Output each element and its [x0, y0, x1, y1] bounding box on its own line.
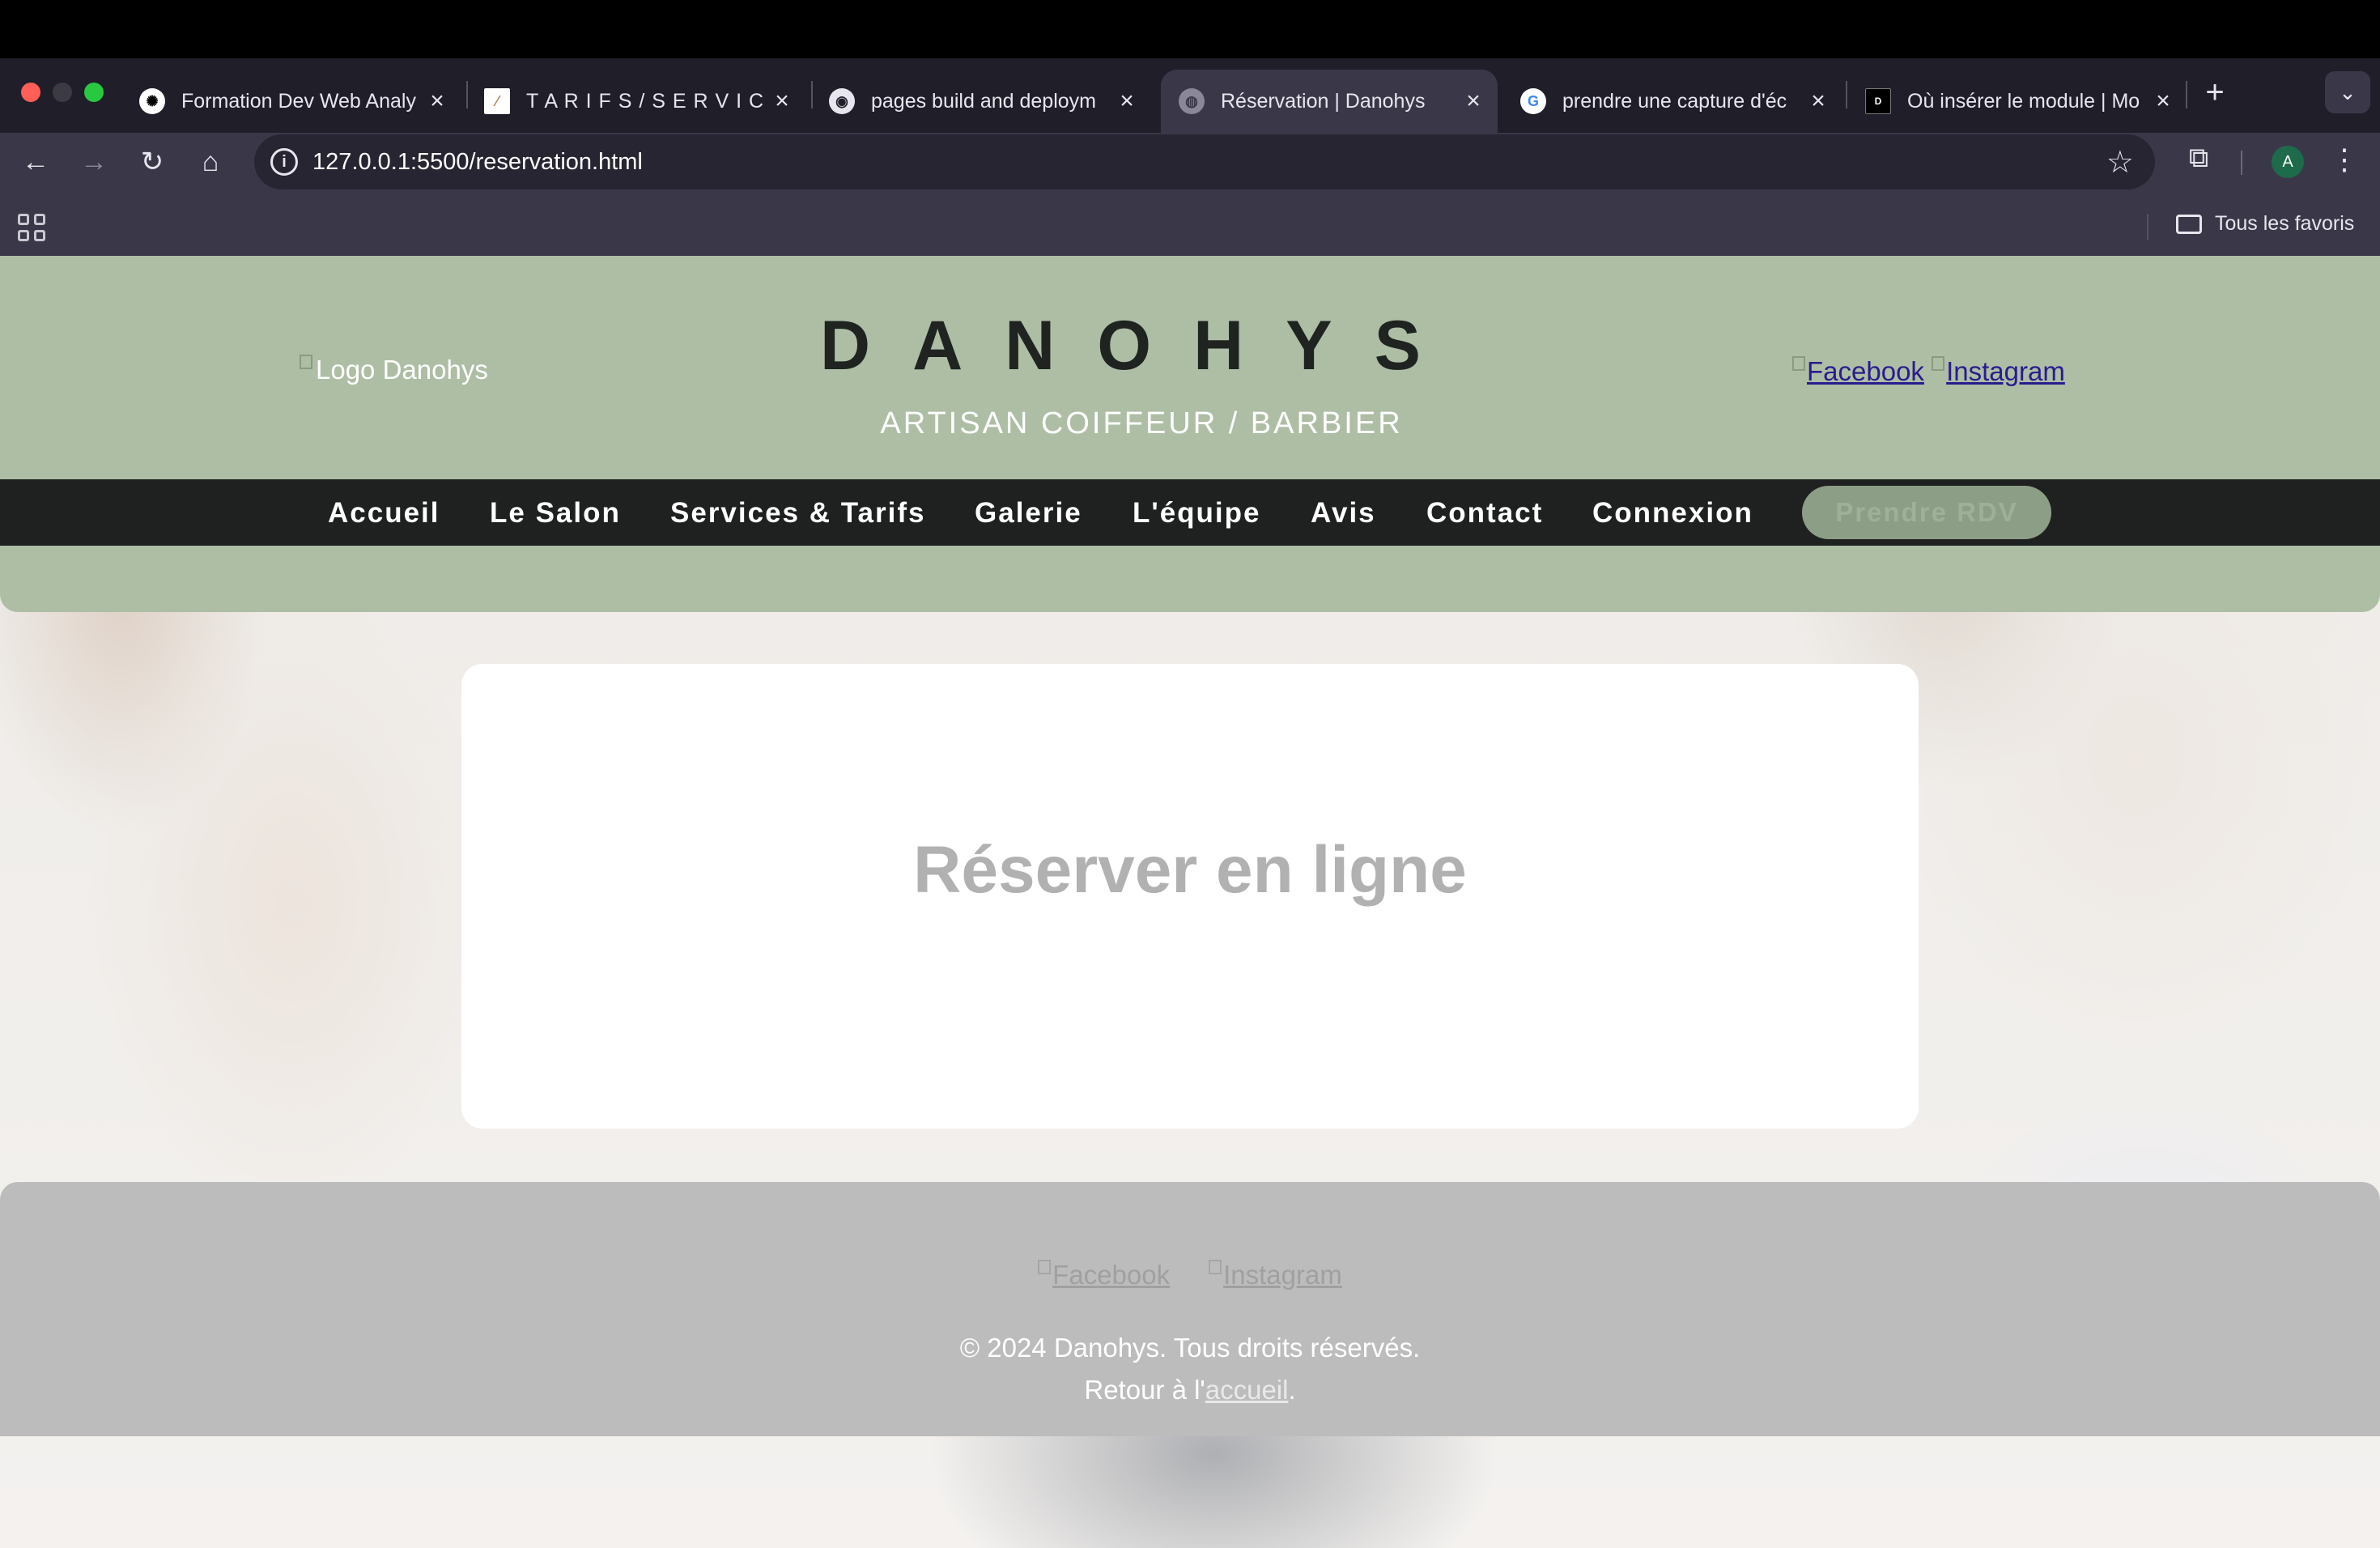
browser-tab[interactable]: ⁄ T A R I F S / S E R V I C E × [466, 70, 806, 133]
bookmark-separator [2147, 214, 2148, 240]
url-text[interactable]: 127.0.0.1:5500/reservation.html [312, 149, 643, 176]
forward-button[interactable]: → [73, 144, 115, 180]
nav-item-connexion[interactable]: Connexion [1592, 497, 1753, 529]
arrow-right-icon: → [80, 146, 108, 177]
nav-item-contact[interactable]: Contact [1426, 497, 1543, 529]
openai-icon: ✺ [139, 88, 165, 114]
broken-image-icon [1038, 1260, 1052, 1274]
footer-facebook-link[interactable]: Facebook [1038, 1260, 1170, 1290]
nav-item-le-salon[interactable]: Le Salon [490, 497, 621, 529]
booking-card: Réserver en ligne [461, 664, 1919, 1129]
minimize-window-button[interactable] [53, 83, 72, 102]
brand-subtitle: ARTISAN COIFFEUR / BARBIER [880, 406, 1403, 440]
address-bar[interactable]: i 127.0.0.1:5500/reservation.html ☆ [254, 134, 2155, 189]
copyright-text: © 2024 Danohys. Tous droits réservés. [959, 1333, 1421, 1363]
site-header: Logo Danohys DANOHYS ARTISAN COIFFEUR / … [0, 256, 2380, 612]
home-button[interactable]: ⌂ [189, 144, 232, 180]
home-icon: ⌂ [202, 146, 219, 177]
browser-tab[interactable]: D Où insérer le module | Mo × [1847, 70, 2187, 133]
site-icon: D [1865, 88, 1891, 114]
nav-item-galerie[interactable]: Galerie [975, 497, 1082, 529]
browser-tab[interactable]: G prendre une capture d'éc × [1502, 70, 1842, 133]
reload-icon: ↻ [140, 147, 164, 177]
close-tab-icon[interactable]: × [2147, 87, 2179, 115]
folder-icon [2176, 214, 2202, 234]
profile-avatar[interactable]: A [2272, 146, 2304, 178]
close-window-button[interactable] [21, 83, 40, 102]
close-tab-icon[interactable]: × [421, 87, 453, 115]
nav-item-services-tarifs[interactable]: Services & Tarifs [670, 497, 925, 529]
facebook-link[interactable]: Facebook [1792, 356, 1924, 386]
page-viewport: Logo Danohys DANOHYS ARTISAN COIFFEUR / … [0, 256, 2380, 1548]
site-info-icon[interactable]: i [270, 148, 298, 176]
broken-image-icon [1932, 356, 1945, 371]
browser-tab-active[interactable]: ◍ Réservation | Danohys × [1161, 70, 1498, 133]
browser-menu-icon[interactable]: ⋮ [2330, 142, 2359, 181]
close-tab-icon[interactable]: × [1802, 87, 1834, 115]
close-tab-icon[interactable]: × [766, 87, 798, 115]
back-home-text: Retour à l'accueil. [1084, 1375, 1296, 1405]
home-link[interactable]: accueil [1205, 1375, 1289, 1405]
reload-button[interactable]: ↻ [131, 144, 173, 180]
new-tab-button[interactable]: + [2197, 76, 2233, 112]
google-icon: G [1520, 88, 1546, 114]
arrow-left-icon: ← [22, 146, 49, 177]
tab-separator [2186, 81, 2187, 108]
site-logo-icon: ⁄ [484, 88, 510, 114]
toolbar-separator [2241, 151, 2242, 175]
bookmark-star-icon[interactable]: ☆ [2106, 144, 2134, 181]
apps-grid-icon[interactable] [18, 214, 45, 241]
nav-item-accueil[interactable]: Accueil [328, 497, 440, 529]
instagram-link[interactable]: Instagram [1932, 356, 2065, 386]
chevron-down-icon: ⌄ [2339, 79, 2357, 104]
back-button[interactable]: ← [15, 144, 57, 180]
browser-tab[interactable]: ◉ pages build and deploym × [811, 70, 1151, 133]
nav-item-avis[interactable]: Avis [1311, 497, 1376, 529]
extensions-icon[interactable]: ⧉ [2179, 142, 2218, 181]
github-icon: ◉ [829, 88, 855, 114]
globe-icon: ◍ [1179, 88, 1205, 114]
maximize-window-button[interactable] [84, 83, 104, 102]
header-social-links: Facebook Instagram [1792, 356, 2065, 387]
close-tab-icon[interactable]: × [1457, 87, 1490, 115]
system-top-bar [0, 0, 2380, 58]
tab-search-button[interactable]: ⌄ [2325, 71, 2370, 113]
close-tab-icon[interactable]: × [1111, 87, 1143, 115]
broken-image-icon [1209, 1260, 1222, 1274]
footer-instagram-link[interactable]: Instagram [1209, 1260, 1342, 1290]
page-title: Réserver en ligne [913, 833, 1467, 907]
broken-image-icon [1792, 356, 1805, 371]
main-nav: Accueil Le Salon Services & Tarifs Galer… [0, 479, 2380, 546]
all-bookmarks-button[interactable]: Tous les favoris [2176, 212, 2354, 236]
site-footer: Facebook Instagram © 2024 Danohys. Tous d… [0, 1182, 2380, 1436]
browser-tab[interactable]: ✺ Formation Dev Web Analy × [121, 70, 461, 133]
nav-item-equipe[interactable]: L'équipe [1133, 497, 1261, 529]
footer-social-links: Facebook Instagram [0, 1260, 2380, 1291]
book-appointment-button[interactable]: Prendre RDV [1802, 486, 2051, 539]
